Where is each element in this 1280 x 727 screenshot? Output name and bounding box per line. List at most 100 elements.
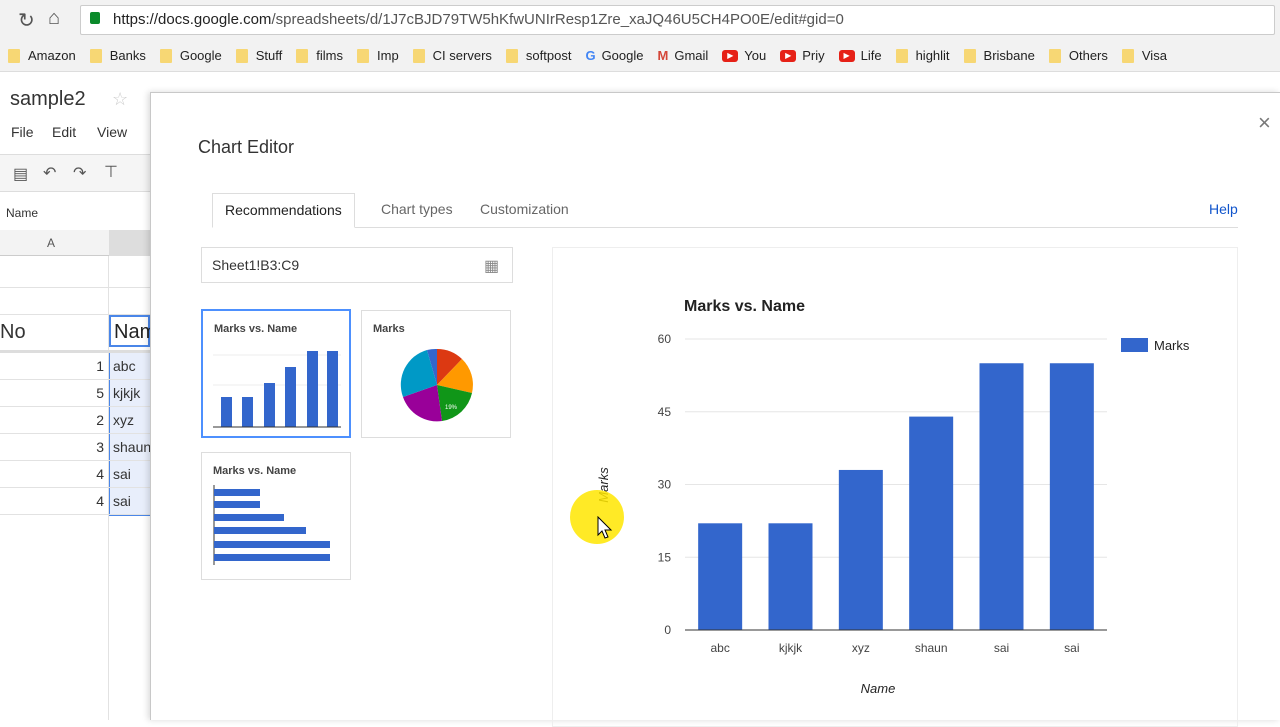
x-tick-label: kjkjk xyxy=(779,641,803,655)
bookmark-label: highlit xyxy=(915,48,950,63)
folder-icon xyxy=(89,48,102,63)
close-icon[interactable]: × xyxy=(1258,110,1271,136)
folder-icon xyxy=(235,48,248,63)
cell-name[interactable]: xyz xyxy=(113,412,134,428)
bookmark-item[interactable]: Others xyxy=(1048,48,1108,63)
undo-icon[interactable]: ↶ xyxy=(43,163,56,183)
help-link[interactable]: Help xyxy=(1209,201,1238,217)
grid-select-icon[interactable]: ▦ xyxy=(484,256,499,276)
bookmark-item[interactable]: ▶ You xyxy=(722,48,766,63)
cell-no[interactable]: 4 xyxy=(60,493,104,509)
header-name-cell[interactable]: Nam xyxy=(109,315,156,347)
folder-icon xyxy=(412,48,425,63)
y-tick-label: 0 xyxy=(664,623,671,637)
pie-chart-icon: 19% xyxy=(400,348,473,422)
x-tick-label: abc xyxy=(710,641,729,655)
cell-no[interactable]: 2 xyxy=(60,412,104,428)
bookmark-label: films xyxy=(316,48,343,63)
print-icon[interactable]: ▤ xyxy=(13,164,28,184)
bookmark-label: Google xyxy=(179,48,222,63)
cell-no[interactable]: 4 xyxy=(60,466,104,482)
col-a-header[interactable]: A xyxy=(47,236,55,250)
cell-name[interactable]: kjkjk xyxy=(113,385,140,401)
menu-view[interactable]: View xyxy=(97,124,127,140)
folder-icon xyxy=(1048,48,1061,63)
x-tick-label: sai xyxy=(1064,641,1079,655)
bar xyxy=(1049,363,1094,630)
google-icon: G xyxy=(585,48,596,63)
bookmark-item[interactable]: highlit xyxy=(895,48,950,63)
bookmark-item[interactable]: Google xyxy=(159,48,222,63)
bar-chart-icon xyxy=(213,485,330,565)
column-headers: A xyxy=(0,230,150,256)
bookmark-label: Banks xyxy=(109,48,146,63)
header-no[interactable]: No xyxy=(0,321,26,344)
cell-no[interactable]: 1 xyxy=(60,358,104,374)
cell-name[interactable]: abc xyxy=(113,358,136,374)
bookmark-item[interactable]: G Google xyxy=(585,48,643,63)
reload-icon[interactable]: ↻ xyxy=(18,8,35,33)
legend-label: Marks xyxy=(1154,338,1190,353)
thumb-pie-chart[interactable]: Marks 19% xyxy=(361,310,511,438)
bookmark-item[interactable]: ▶ Priy xyxy=(780,48,825,63)
youtube-icon: ▶ xyxy=(722,49,739,62)
bar xyxy=(838,469,883,630)
paint-format-icon[interactable]: ⊤ xyxy=(104,162,118,182)
tab-chart-types[interactable]: Chart types xyxy=(369,193,465,228)
redo-icon[interactable]: ↷ xyxy=(73,163,86,183)
bookmark-item[interactable]: films xyxy=(296,48,343,63)
bookmark-label: Others xyxy=(1068,48,1108,63)
url-host: https://docs.google.com xyxy=(113,11,272,28)
menu-edit[interactable]: Edit xyxy=(52,124,76,140)
folder-icon xyxy=(8,48,20,63)
cell-name[interactable]: sai xyxy=(113,466,131,482)
tab-customization[interactable]: Customization xyxy=(468,193,581,228)
folder-icon xyxy=(895,48,908,63)
thumb-column-chart[interactable]: Marks vs. Name xyxy=(201,309,351,438)
cell-no[interactable]: 3 xyxy=(60,439,104,455)
x-axis-label: Name xyxy=(861,681,896,696)
bar xyxy=(698,523,743,630)
bookmark-item[interactable]: Amazon xyxy=(8,48,76,63)
bar xyxy=(909,416,954,630)
doc-title[interactable]: sample2 xyxy=(10,88,86,111)
tab-recommendations[interactable]: Recommendations xyxy=(212,193,355,228)
data-range-input[interactable]: Sheet1!B3:C9 ▦ xyxy=(201,247,513,283)
bookmark-item[interactable]: CI servers xyxy=(412,48,492,63)
home-icon[interactable]: ⌂ xyxy=(48,7,60,30)
bookmark-label: Amazon xyxy=(28,48,76,63)
bookmark-label: Google xyxy=(601,48,644,63)
bookmark-label: Brisbane xyxy=(983,48,1035,63)
star-icon[interactable]: ☆ xyxy=(112,89,128,110)
thumb-bar-chart[interactable]: Marks vs. Name xyxy=(201,452,351,580)
bookmark-item[interactable]: Banks xyxy=(89,48,146,63)
bar xyxy=(768,523,813,630)
formula-bar[interactable]: Name xyxy=(6,206,38,220)
bookmark-item[interactable]: Stuff xyxy=(235,48,283,63)
bookmark-item[interactable]: ▶ Life xyxy=(838,48,882,63)
cell-no[interactable]: 5 xyxy=(60,385,104,401)
youtube-icon: ▶ xyxy=(780,49,797,62)
dialog-title: Chart Editor xyxy=(198,137,295,157)
mouse-cursor-icon xyxy=(597,516,613,539)
bookmark-item[interactable]: Imp xyxy=(357,48,399,63)
menu-file[interactable]: File xyxy=(11,124,34,140)
bookmark-item[interactable]: M Gmail xyxy=(657,48,708,63)
legend-swatch xyxy=(1121,338,1148,352)
bookmark-label: Imp xyxy=(377,48,399,63)
cell-name[interactable]: sai xyxy=(113,493,131,509)
chart-title: Marks vs. Name xyxy=(684,298,805,315)
cell-name[interactable]: shaun xyxy=(113,439,151,455)
gmail-icon: M xyxy=(657,48,669,63)
bookmark-item[interactable]: softpost xyxy=(505,48,571,63)
bookmark-item[interactable]: Brisbane xyxy=(963,48,1035,63)
bookmark-item[interactable]: Visa xyxy=(1121,48,1167,63)
bookmark-label: Stuff xyxy=(255,48,283,63)
bookmark-label: Life xyxy=(860,48,882,63)
chart-preview-svg: Marks vs. Name Name Marks Marks 01530456… xyxy=(596,298,1190,696)
bookmark-label: Gmail xyxy=(674,48,709,63)
spreadsheet-background: sample2 ☆ File Edit View ▤ ↶ ↷ ⊤ Name A … xyxy=(0,72,156,720)
youtube-icon: ▶ xyxy=(838,49,855,62)
address-bar[interactable]: https://docs.google.com/spreadsheets/d/1… xyxy=(80,5,1275,35)
bookmarks-bar: Amazon Banks Google Stuff films Imp CI servers… xyxy=(0,40,1280,72)
